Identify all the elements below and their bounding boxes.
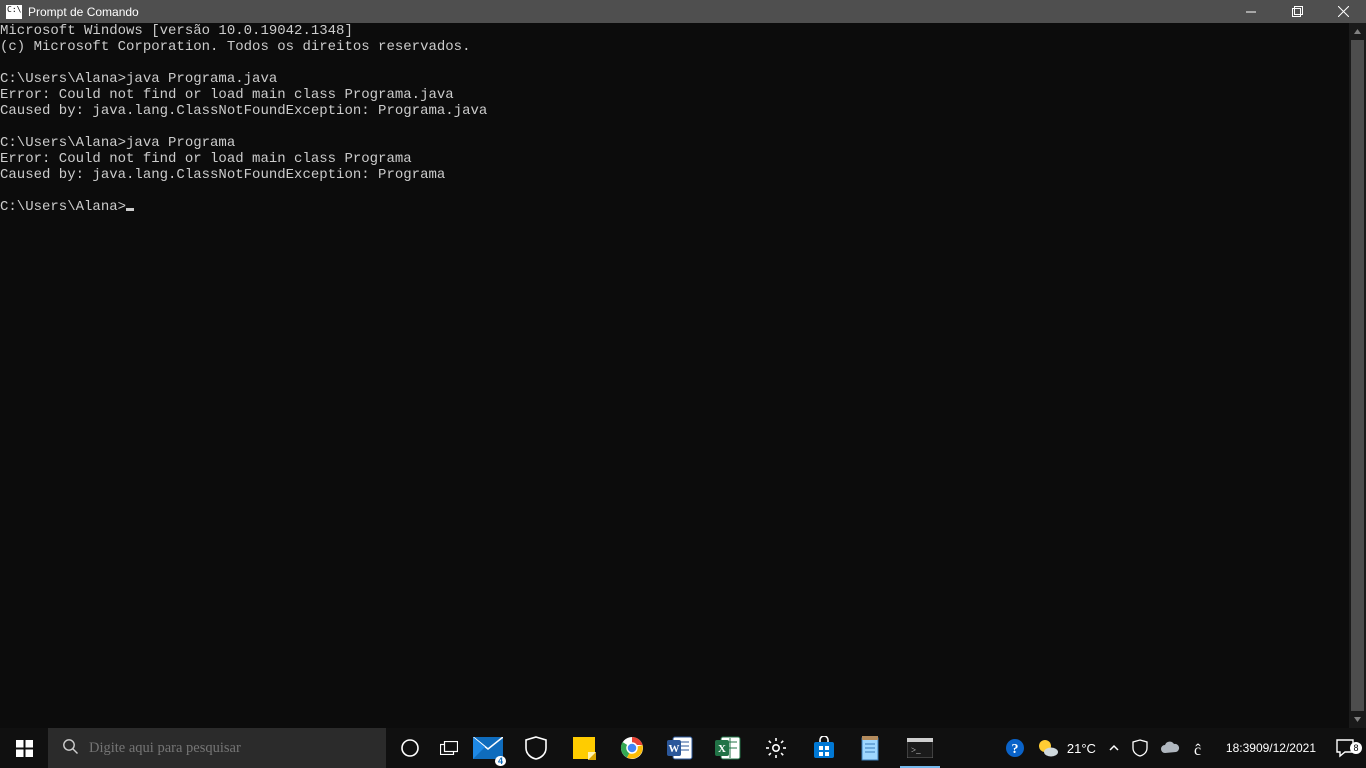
taskbar-app-security[interactable] xyxy=(512,728,560,768)
scrollbar-track[interactable] xyxy=(1349,40,1366,711)
terminal-line: Caused by: java.lang.ClassNotFoundExcept… xyxy=(0,167,1349,183)
svg-text:W: W xyxy=(669,743,680,755)
scroll-up-arrow-icon[interactable] xyxy=(1349,23,1366,40)
taskbar-app-settings[interactable] xyxy=(752,728,800,768)
terminal-line: Error: Could not find or load main class… xyxy=(0,87,1349,103)
terminal-window: Microsoft Windows [versão 10.0.19042.134… xyxy=(0,23,1366,728)
taskbar-app-excel[interactable]: X xyxy=(704,728,752,768)
search-icon xyxy=(62,738,79,759)
terminal-line xyxy=(0,119,1349,135)
terminal-line: C:\Users\Alana>java Programa xyxy=(0,135,1349,151)
terminal-line: C:\Users\Alana>java Programa.java xyxy=(0,71,1349,87)
task-view-button[interactable] xyxy=(434,728,464,768)
tray-weather-temp[interactable]: 21°C xyxy=(1065,741,1102,756)
cortana-button[interactable] xyxy=(386,728,434,768)
terminal-prompt-line[interactable]: C:\Users\Alana> xyxy=(0,199,1349,215)
search-input[interactable] xyxy=(89,740,386,757)
tray-help-icon[interactable]: ? xyxy=(999,728,1031,768)
cmd-icon xyxy=(6,5,22,19)
taskbar-app-mail[interactable]: 4 xyxy=(464,728,512,768)
taskbar-search[interactable] xyxy=(48,728,386,768)
terminal-line xyxy=(0,183,1349,199)
start-button[interactable] xyxy=(0,728,48,768)
system-tray: ? 21°C ĉ 18:39 xyxy=(999,728,1366,768)
notification-badge: 8 xyxy=(1350,742,1362,754)
taskbar: 4 xyxy=(0,728,1366,768)
terminal-line xyxy=(0,55,1349,71)
taskbar-apps: 4 xyxy=(464,728,944,768)
taskbar-app-store[interactable] xyxy=(800,728,848,768)
taskbar-app-sticky-notes[interactable] xyxy=(560,728,608,768)
tray-clock[interactable]: 18:39 09/12/2021 xyxy=(1218,728,1324,768)
tray-time: 18:39 xyxy=(1226,741,1256,755)
minimize-button[interactable] xyxy=(1228,0,1274,23)
close-button[interactable] xyxy=(1320,0,1366,23)
tray-onedrive-icon[interactable] xyxy=(1154,728,1186,768)
terminal-prompt: C:\Users\Alana> xyxy=(0,199,126,215)
terminal-line: Microsoft Windows [versão 10.0.19042.134… xyxy=(0,23,1349,39)
svg-text:>_: >_ xyxy=(911,745,921,755)
window-title: Prompt de Comando xyxy=(28,5,139,19)
terminal-output[interactable]: Microsoft Windows [versão 10.0.19042.134… xyxy=(0,23,1349,728)
taskbar-app-chrome[interactable] xyxy=(608,728,656,768)
tray-input-method-icon[interactable]: ĉ xyxy=(1186,728,1218,768)
terminal-line: Caused by: java.lang.ClassNotFoundExcept… xyxy=(0,103,1349,119)
taskbar-app-cmd[interactable]: >_ xyxy=(896,728,944,768)
vertical-scrollbar[interactable] xyxy=(1349,23,1366,728)
tray-weather[interactable] xyxy=(1031,728,1065,768)
scroll-down-arrow-icon[interactable] xyxy=(1349,711,1366,728)
taskbar-app-word[interactable]: W xyxy=(656,728,704,768)
terminal-line: (c) Microsoft Corporation. Todos os dire… xyxy=(0,39,1349,55)
titlebar: Prompt de Comando xyxy=(0,0,1366,23)
terminal-cursor xyxy=(126,208,134,211)
svg-text:X: X xyxy=(718,743,726,755)
mail-badge: 4 xyxy=(495,756,506,766)
scrollbar-thumb[interactable] xyxy=(1351,40,1364,711)
svg-text:?: ? xyxy=(1011,742,1018,757)
maximize-button[interactable] xyxy=(1274,0,1320,23)
tray-notifications-button[interactable]: 8 xyxy=(1324,738,1366,758)
terminal-line: Error: Could not find or load main class… xyxy=(0,151,1349,167)
svg-text:ĉ: ĉ xyxy=(1194,742,1201,757)
taskbar-app-notepad[interactable] xyxy=(848,728,896,768)
tray-security-icon[interactable] xyxy=(1126,728,1154,768)
tray-date: 09/12/2021 xyxy=(1256,741,1316,755)
tray-show-hidden-icon[interactable] xyxy=(1102,728,1126,768)
